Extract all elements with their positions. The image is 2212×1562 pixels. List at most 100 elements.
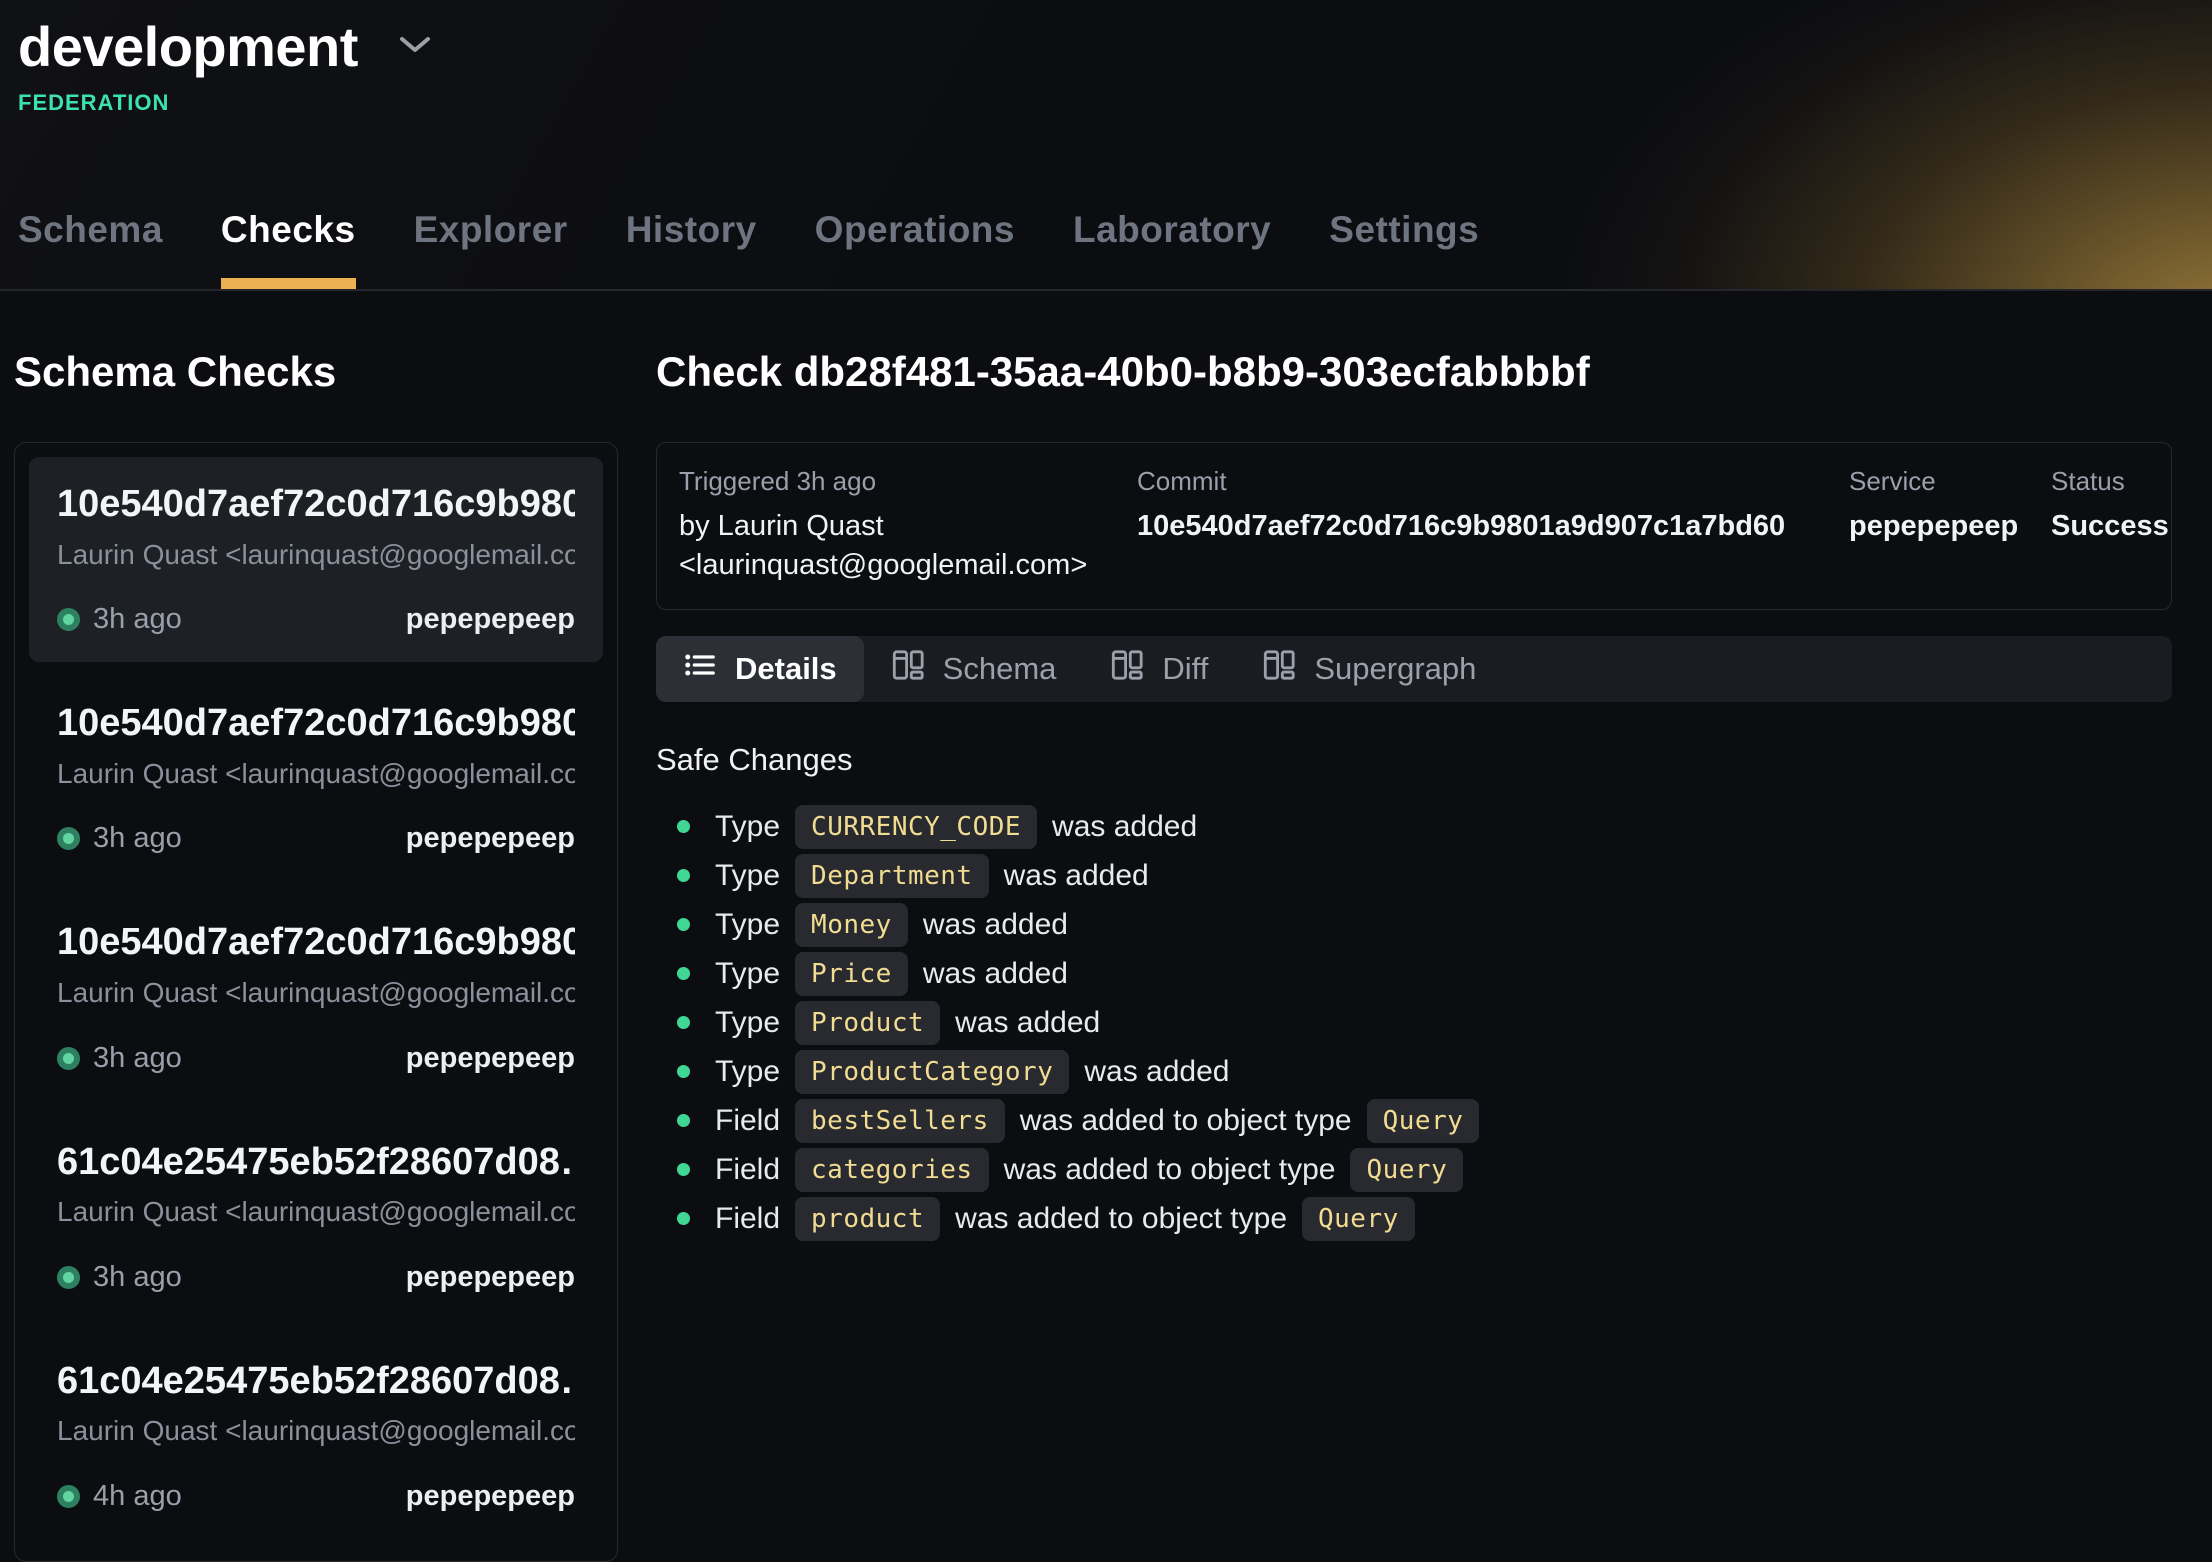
status-value: Success xyxy=(2051,507,2169,546)
change-item: Type CURRENCY_CODE was added xyxy=(656,802,2172,851)
view-tab-supergraph[interactable]: Supergraph xyxy=(1235,636,1503,702)
check-service: pepepepeep xyxy=(406,1261,575,1294)
check-service: pepepepeep xyxy=(406,1042,575,1075)
check-author: Laurin Quast <laurinquast@googlemail.co… xyxy=(57,1413,575,1449)
change-prefix: Type xyxy=(715,859,780,893)
tab-label: History xyxy=(626,209,757,251)
check-id: 10e540d7aef72c0d716c9b980… xyxy=(57,702,575,746)
environment-title-row: development xyxy=(18,16,438,78)
check-meta: 3h ago pepepepeep xyxy=(57,1261,575,1294)
status-dot xyxy=(57,608,80,631)
change-item: Type Money was added xyxy=(656,900,2172,949)
change-code-chip: Money xyxy=(795,903,908,947)
check-time: 4h ago xyxy=(93,1480,182,1513)
sidebar-heading: Schema Checks xyxy=(14,348,618,396)
change-bullet-icon xyxy=(677,1163,690,1176)
check-service: pepepepeep xyxy=(406,603,575,636)
change-item: Type ProductCategory was added xyxy=(656,1047,2172,1096)
tab-operations[interactable]: Operations xyxy=(815,193,1015,289)
change-code2-chip: Query xyxy=(1350,1148,1463,1192)
columns-icon xyxy=(891,648,925,682)
triggered-email: <laurinquast@googlemail.com> xyxy=(679,546,1137,585)
commit-value: 10e540d7aef72c0d716c9b9801a9d907c1a7bd60 xyxy=(1137,507,1849,546)
check-meta: 3h ago pepepepeep xyxy=(57,1042,575,1075)
check-heading: Check db28f481-35aa-40b0-b8b9-303ecfabbb… xyxy=(656,348,2172,396)
change-suffix: was added to object type xyxy=(1004,1153,1336,1187)
columns-icon xyxy=(1110,648,1144,682)
changes-heading: Safe Changes xyxy=(656,742,2172,778)
check-id: 10e540d7aef72c0d716c9b980… xyxy=(57,483,575,527)
tab-label: Explorer xyxy=(414,209,568,251)
change-bullet-icon xyxy=(677,967,690,980)
change-suffix: was added xyxy=(1052,810,1197,844)
change-item: Type Department was added xyxy=(656,851,2172,900)
view-tab-schema[interactable]: Schema xyxy=(864,636,1084,702)
check-card[interactable]: 10e540d7aef72c0d716c9b980… Laurin Quast … xyxy=(29,676,603,881)
app-header: development FEDERATION Schema Checks Exp… xyxy=(0,0,2212,291)
tab-laboratory[interactable]: Laboratory xyxy=(1073,193,1271,289)
change-bullet-icon xyxy=(677,869,690,882)
change-suffix: was added xyxy=(923,908,1068,942)
tab-label: Laboratory xyxy=(1073,209,1271,251)
check-meta-box: Triggered 3h ago by Laurin Quast <laurin… xyxy=(656,442,2172,610)
check-card[interactable]: 61c04e25475eb52f28607d08… Laurin Quast <… xyxy=(29,1115,603,1320)
tab-label: Settings xyxy=(1329,209,1479,251)
view-tab-label: Supergraph xyxy=(1314,651,1476,687)
tab-settings[interactable]: Settings xyxy=(1329,193,1479,289)
change-bullet-icon xyxy=(677,1016,690,1029)
change-bullet-icon xyxy=(677,918,690,931)
tab-schema[interactable]: Schema xyxy=(18,193,163,289)
meta-col-service: Service pepepepeep xyxy=(1849,465,2051,585)
check-card[interactable]: 61c04e25475eb52f28607d08… Laurin Quast <… xyxy=(29,1334,603,1539)
service-label: Service xyxy=(1849,465,2051,499)
columns-icon xyxy=(1262,648,1296,682)
change-code-chip: CURRENCY_CODE xyxy=(795,805,1037,849)
view-tab-details[interactable]: Details xyxy=(656,636,864,702)
tab-checks[interactable]: Checks xyxy=(221,193,356,289)
view-tab-diff[interactable]: Diff xyxy=(1083,636,1235,702)
change-suffix: was added to object type xyxy=(1020,1104,1352,1138)
list-icon xyxy=(683,648,717,682)
check-time: 3h ago xyxy=(93,603,182,636)
tab-explorer[interactable]: Explorer xyxy=(414,193,568,289)
change-bullet-icon xyxy=(677,820,690,833)
check-author: Laurin Quast <laurinquast@googlemail.co… xyxy=(57,975,575,1011)
triggered-label: Triggered 3h ago xyxy=(679,465,1137,499)
check-card[interactable]: 10e540d7aef72c0d716c9b980… Laurin Quast … xyxy=(29,457,603,662)
changes-list: Type CURRENCY_CODE was added Type Depart… xyxy=(656,802,2172,1243)
check-id: 10e540d7aef72c0d716c9b980… xyxy=(57,921,575,965)
change-code2-chip: Query xyxy=(1302,1197,1415,1241)
change-prefix: Type xyxy=(715,908,780,942)
status-dot xyxy=(57,1266,80,1289)
environment-title: development xyxy=(18,16,358,78)
check-author: Laurin Quast <laurinquast@googlemail.co… xyxy=(57,756,575,792)
triggered-by: by Laurin Quast xyxy=(679,507,1137,546)
meta-col-triggered: Triggered 3h ago by Laurin Quast <laurin… xyxy=(679,465,1137,585)
change-prefix: Field xyxy=(715,1202,780,1236)
tab-history[interactable]: History xyxy=(626,193,757,289)
change-item: Field product was added to object type Q… xyxy=(656,1194,2172,1243)
change-bullet-icon xyxy=(677,1065,690,1078)
chevron-down-icon xyxy=(398,35,432,58)
change-code2-chip: Query xyxy=(1367,1099,1480,1143)
change-suffix: was added xyxy=(955,1006,1100,1040)
view-tabs: Details Schema Diff Supergraph xyxy=(656,636,2172,702)
environment-dropdown-button[interactable] xyxy=(392,29,438,64)
check-meta: 3h ago pepepepeep xyxy=(57,822,575,855)
check-service: pepepepeep xyxy=(406,1480,575,1513)
change-prefix: Type xyxy=(715,957,780,991)
meta-col-status: Status Success xyxy=(2051,465,2169,585)
check-card[interactable]: 10e540d7aef72c0d716c9b980… Laurin Quast … xyxy=(29,895,603,1100)
change-code-chip: Product xyxy=(795,1001,940,1045)
check-time: 3h ago xyxy=(93,822,182,855)
check-time: 3h ago xyxy=(93,1042,182,1075)
main-panel: Check db28f481-35aa-40b0-b8b9-303ecfabbb… xyxy=(656,348,2172,1243)
change-bullet-icon xyxy=(677,1212,690,1225)
change-code-chip: bestSellers xyxy=(795,1099,1005,1143)
tab-label: Checks xyxy=(221,209,356,251)
change-code-chip: Price xyxy=(795,952,908,996)
change-prefix: Type xyxy=(715,1006,780,1040)
status-dot xyxy=(57,827,80,850)
check-author: Laurin Quast <laurinquast@googlemail.co… xyxy=(57,537,575,573)
tab-label: Operations xyxy=(815,209,1015,251)
